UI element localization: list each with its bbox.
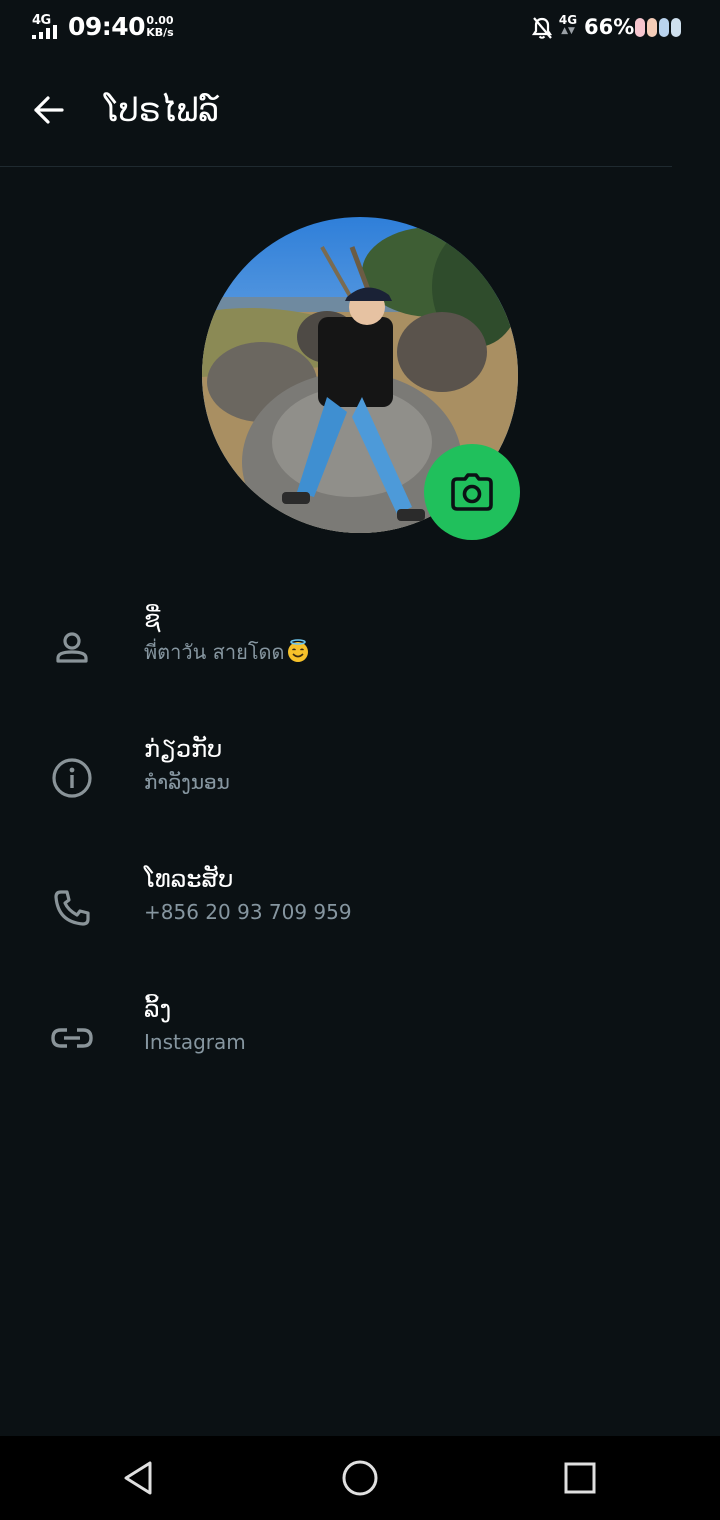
back-button[interactable] [24,86,72,134]
change-photo-button[interactable] [424,444,520,540]
nav-back-button[interactable] [114,1454,162,1502]
app-bar: ໂປຣໄຟລ໌ [0,56,672,167]
person-icon [48,624,96,672]
bell-off-icon [531,17,553,39]
phone-value: +856 20 93 709 959 [144,900,352,924]
circle-home-icon [342,1460,378,1496]
link-icon [48,1014,96,1062]
link-row[interactable]: ລິ້ງ Instagram [0,992,720,1102]
battery-icon [635,18,681,37]
name-value-text: พี่ตาวัน สายโดด [144,640,285,664]
camera-icon [451,473,493,511]
arrow-back-icon [34,96,64,124]
about-value: ກຳລັງນອນ [144,770,230,794]
nav-recents-button[interactable] [556,1454,604,1502]
battery-percent: 66% [584,15,635,39]
mobile-data-indicator: 4G ▲▼ [557,14,579,36]
profile-photo-section [202,217,520,540]
link-value: Instagram [144,1030,246,1054]
network-speed: 0.00 KB/s [143,15,177,39]
system-navigation-bar [0,1436,720,1520]
signal-icon [32,25,57,39]
network-speed-unit: KB/s [146,26,174,39]
link-label: ລິ້ງ [144,995,172,1023]
phone-row[interactable]: ໂທລະສັບ +856 20 93 709 959 [0,862,720,972]
triangle-back-icon [124,1461,152,1495]
about-label: ກ່ຽວກັບ [144,735,223,763]
name-row[interactable]: ຊື່ พี่ตาวัน สายโดด [0,602,720,712]
about-row[interactable]: ກ່ຽວກັບ ກຳລັງນອນ [0,732,720,842]
phone-icon [48,884,96,932]
nav-home-button[interactable] [336,1454,384,1502]
clock: 09:40 [68,12,146,41]
phone-label: ໂທລະສັບ [144,865,234,893]
name-value: พี่ตาวัน สายโดด [144,638,310,666]
info-icon [48,754,96,802]
smiling-halo-emoji-icon [287,639,308,662]
data-activity-icon: ▲▼ [561,26,575,36]
name-label: ຊື່ [144,605,161,633]
page-title: ໂປຣໄຟລ໌ [104,91,220,129]
status-bar: 4G 09:40 0.00 KB/s 4G ▲▼ 66% [0,0,720,56]
signal-indicator: 4G [30,13,62,41]
square-recents-icon [564,1462,596,1494]
